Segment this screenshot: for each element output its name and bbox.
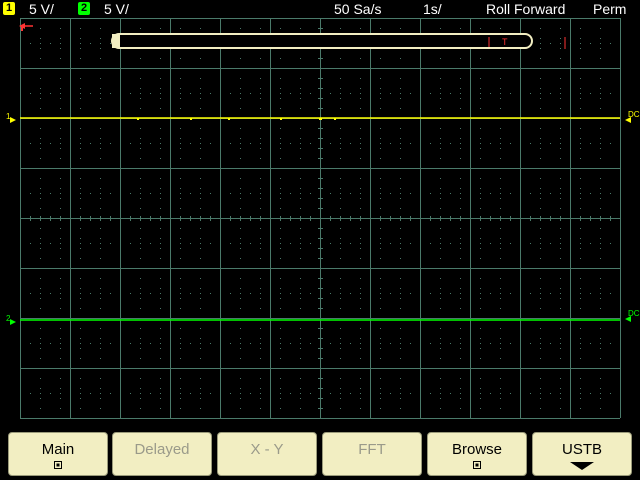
channel-2-coupling-label: DC <box>628 309 640 318</box>
persistence-mode: Perm <box>593 1 627 17</box>
waveform-display[interactable]: T 1 DC 2 DC <box>0 18 640 426</box>
memory-bar-left-cap <box>112 34 120 48</box>
softkey-xy-label: X - Y <box>250 441 284 458</box>
softkey-main-label: Main <box>41 441 75 458</box>
time-scale[interactable]: 1s/ <box>423 0 442 18</box>
softkey-ustb-label: USTB <box>561 441 602 458</box>
softkey-fft[interactable]: FFT <box>322 432 422 476</box>
memory-bar <box>111 33 533 49</box>
down-arrow-icon <box>570 462 594 470</box>
channel-2-badge[interactable]: 2 <box>78 2 90 15</box>
softkey-ustb[interactable]: USTB <box>532 432 632 476</box>
channel-2-scale[interactable]: 5 V/ <box>104 0 129 18</box>
channel-1-badge[interactable]: 1 <box>3 2 15 15</box>
softkey-bar: Main Delayed X - Y FFT Browse USTB <box>0 426 640 480</box>
channel-1-scale[interactable]: 5 V/ <box>29 0 54 18</box>
softkey-delayed-label: Delayed <box>134 441 190 458</box>
status-bar: 1 5 V/ 2 5 V/ 50 Sa/s 1s/ Roll Forward P… <box>0 0 640 18</box>
trigger-marker-label: T <box>502 37 508 47</box>
softkey-browse-label: Browse <box>451 441 503 458</box>
softkey-main[interactable]: Main <box>8 432 108 476</box>
selected-indicator-icon <box>54 461 62 469</box>
softkey-xy[interactable]: X - Y <box>217 432 317 476</box>
channel-1-coupling-label: DC <box>628 110 640 119</box>
softkey-fft-label: FFT <box>358 441 386 458</box>
softkey-delayed[interactable]: Delayed <box>112 432 212 476</box>
softkey-browse[interactable]: Browse <box>427 432 527 476</box>
sample-rate: 50 Sa/s <box>334 1 382 17</box>
acquisition-mode: Roll Forward <box>486 1 566 17</box>
selected-indicator-icon <box>473 461 481 469</box>
